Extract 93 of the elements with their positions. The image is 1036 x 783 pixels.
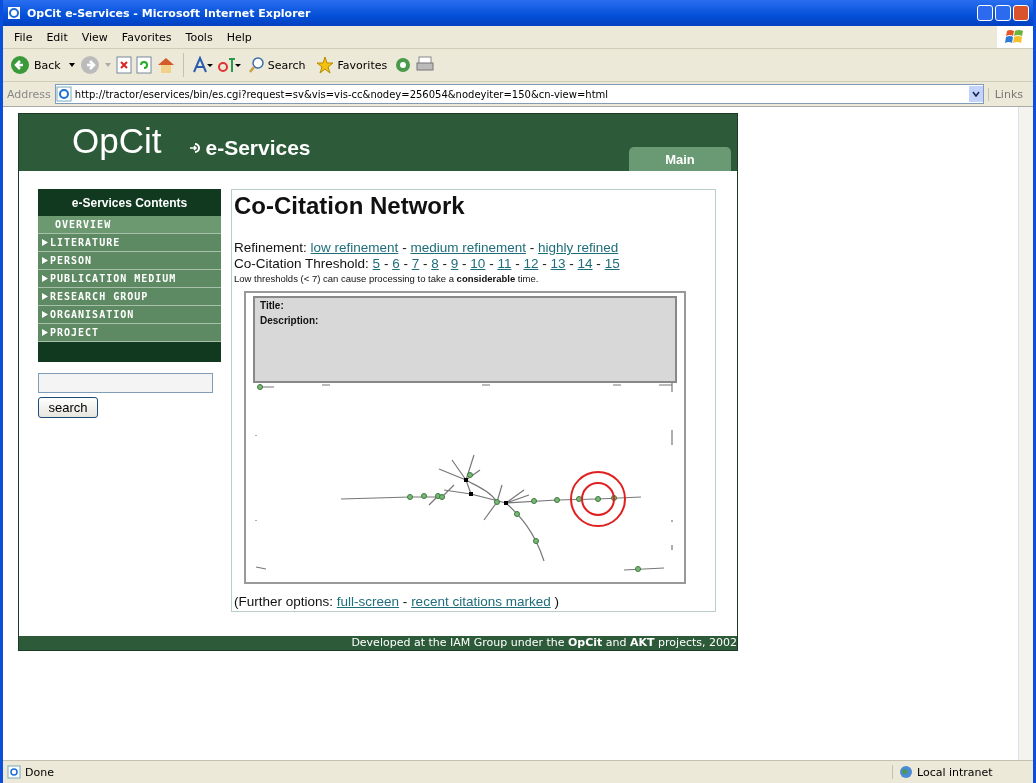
globe-icon [899, 765, 913, 779]
sidebar-item[interactable]: PUBLICATION MEDIUM [38, 270, 221, 288]
close-button[interactable] [1013, 5, 1029, 21]
further-options-label: (Further options: [234, 594, 335, 609]
threshold-link[interactable]: 5 [372, 256, 381, 271]
dropdown-button[interactable] [968, 86, 983, 102]
search-icon [247, 56, 264, 74]
refinement-link[interactable]: low refinement [310, 240, 399, 255]
translate-icon[interactable] [216, 56, 241, 74]
link-separator: - [595, 256, 602, 271]
link-separator: - [568, 256, 575, 271]
search-button[interactable]: Search [244, 54, 309, 76]
nav-tab[interactable]: Main [629, 147, 731, 171]
triangle-icon [42, 293, 48, 300]
address-label: Address [7, 87, 51, 101]
sidebar-item[interactable]: PERSON [38, 252, 221, 270]
chevron-icon [971, 91, 980, 97]
back-button[interactable]: Back [7, 53, 64, 77]
sidebar-title: e-Services Contents [38, 189, 221, 216]
link-separator: - [488, 256, 495, 271]
dropdown-icon[interactable] [67, 62, 76, 68]
browser-icon [7, 6, 21, 20]
link-separator: - [402, 256, 409, 271]
refinement-label: Refinement: [234, 240, 308, 255]
sidebar-item[interactable]: LITERATURE [38, 234, 221, 252]
font-icon[interactable] [190, 56, 213, 74]
links-button[interactable]: Links [987, 87, 1029, 101]
threshold-link[interactable]: 11 [497, 256, 512, 271]
windows-logo-icon [997, 26, 1033, 48]
printer-icon[interactable] [416, 56, 435, 74]
threshold-link[interactable]: 8 [431, 256, 439, 271]
triangle-icon [42, 329, 48, 336]
refinement-link[interactable]: highly refined [538, 240, 619, 255]
triangle-icon [42, 257, 48, 264]
window-title: OpCit e-Services - Microsoft Internet Explorer [27, 6, 312, 20]
star-icon [315, 56, 334, 74]
site-subtitle: e-Services [205, 136, 311, 160]
link-separator: - [421, 256, 429, 271]
maximize-button[interactable] [995, 5, 1011, 21]
threshold-note: Low thresholds (< 7) can cause processing to take a considerable time. [234, 272, 540, 285]
link-separator: - [528, 240, 536, 255]
description-label: Description: [260, 315, 320, 326]
threshold-link[interactable]: 10 [470, 256, 486, 271]
search-button[interactable]: search [38, 397, 98, 418]
triangle-icon [42, 275, 48, 282]
triangle-icon [42, 311, 48, 318]
refinement-link[interactable]: medium refinement [410, 240, 526, 255]
threshold-link[interactable]: 12 [523, 256, 539, 271]
threshold-label: Co-Citation Threshold: [234, 256, 370, 271]
sidebar-item[interactable]: ORGANISATION [38, 306, 221, 324]
menu-item[interactable]: Help [219, 30, 259, 44]
option-link[interactable]: recent citations marked [411, 594, 551, 609]
link-separator: - [441, 256, 448, 271]
link-separator: - [541, 256, 548, 271]
threshold-link[interactable]: 15 [604, 256, 620, 271]
link-separator: - [382, 256, 390, 271]
sidebar-item[interactable]: OVERVIEW [38, 216, 221, 234]
closing-paren: ) [553, 594, 559, 609]
minimize-button[interactable] [977, 5, 993, 21]
link-separator: - [401, 240, 408, 255]
stop-icon[interactable] [115, 56, 132, 74]
status-text: Done [25, 765, 54, 779]
threshold-link[interactable]: 6 [392, 256, 400, 271]
address-field[interactable]: http://tractor/eservices/bin/es.cgi?request=sv&vis=vis-cc&nodey=256054&nodeyiter=150&cn-view=html [54, 84, 984, 104]
menu-item[interactable]: View [74, 30, 115, 44]
page-icon [7, 765, 21, 779]
menu-item[interactable]: File [7, 30, 40, 44]
option-link[interactable]: full-screen [336, 594, 400, 609]
sidebar-item[interactable]: PROJECT [38, 324, 221, 342]
link-separator: - [514, 256, 521, 271]
link-separator: - [401, 594, 409, 609]
arrow-icon [189, 142, 202, 154]
search-field[interactable] [38, 373, 213, 393]
threshold-link[interactable]: 7 [411, 256, 420, 271]
menu-item[interactable]: Edit [39, 30, 75, 44]
page-footer: Developed at the IAM Group under the OpCit and AKT projects, 2002 [19, 636, 737, 650]
menu-item[interactable]: Favorites [114, 30, 179, 44]
highlight-rings [570, 471, 626, 527]
threshold-link[interactable]: 14 [577, 256, 593, 271]
link-separator: - [461, 256, 468, 271]
zone-text: Local intranet [917, 765, 993, 779]
title-label: Title: [260, 300, 285, 311]
media-icon[interactable] [394, 56, 413, 74]
page-icon [55, 86, 72, 102]
threshold-link[interactable]: 9 [450, 256, 459, 271]
favorites-button[interactable]: Favorites [312, 54, 391, 76]
site-logo: OpCit [72, 121, 162, 161]
refresh-icon[interactable] [135, 56, 152, 74]
threshold-link[interactable]: 13 [550, 256, 566, 271]
page-heading: Co-Citation Network [234, 192, 466, 220]
triangle-icon [42, 239, 48, 246]
menu-item[interactable]: Tools [178, 30, 220, 44]
sidebar-item[interactable]: RESEARCH GROUP [38, 288, 221, 306]
